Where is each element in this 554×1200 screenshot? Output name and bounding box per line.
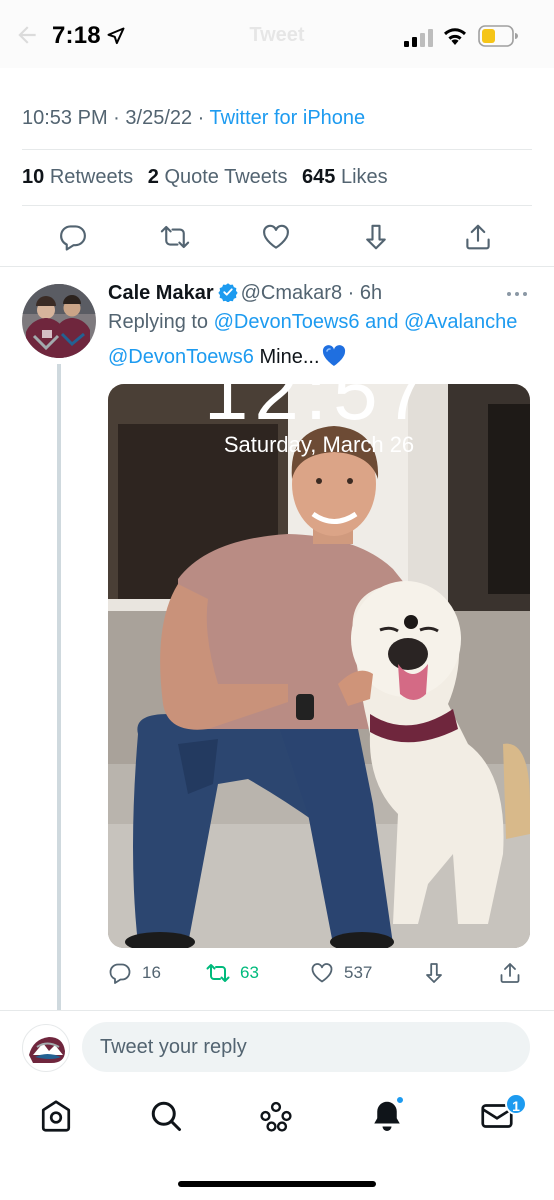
- reply-button[interactable]: 16: [108, 960, 161, 986]
- reply-action-bar: 16 63 537: [0, 960, 554, 988]
- avalanche-logo-icon: [29, 1037, 65, 1063]
- divider: [22, 149, 532, 150]
- reply-input[interactable]: [82, 1022, 530, 1072]
- like-icon[interactable]: [261, 222, 291, 252]
- retweet-button[interactable]: 63: [206, 960, 259, 986]
- tweet-timestamp: 10:53 PM · 3/25/22 · Twitter for iPhone: [22, 107, 365, 130]
- home-icon[interactable]: [38, 1098, 74, 1134]
- lock-screen-time: 12:57: [203, 384, 435, 436]
- reply-count: 16: [142, 963, 161, 982]
- tweet-source-link[interactable]: Twitter for iPhone: [210, 107, 366, 129]
- reply-user-avatar[interactable]: [22, 1024, 70, 1072]
- share-icon[interactable]: [463, 222, 493, 252]
- retweet-icon: [206, 964, 230, 982]
- tweet-age: 6h: [359, 282, 383, 304]
- wifi-icon: [444, 28, 466, 45]
- bookmark-button[interactable]: [422, 960, 446, 986]
- mention-link[interactable]: @DevonToews6: [214, 311, 360, 333]
- bookmark-icon: [426, 963, 442, 983]
- more-options-icon[interactable]: [506, 290, 528, 298]
- tweet-text: @DevonToews6 Mine...: [108, 345, 346, 369]
- tweet-media[interactable]: 12:57 Saturday, March 26: [108, 384, 530, 948]
- share-button[interactable]: [498, 960, 522, 986]
- share-icon: [500, 963, 520, 983]
- separator: ·: [107, 107, 126, 129]
- retweets-stat[interactable]: 10 Retweets: [22, 166, 133, 188]
- cellular-signal-icon: [404, 29, 433, 47]
- tweet-stats: 10 Retweets 2 Quote Tweets 645 Likes: [22, 166, 388, 189]
- home-indicator[interactable]: [178, 1181, 376, 1187]
- messages-badge: 1: [505, 1093, 527, 1115]
- battery-low-icon: [478, 25, 518, 47]
- retweet-count: 63: [240, 963, 259, 982]
- divider: [0, 1010, 554, 1011]
- author-name[interactable]: Cale Makar: [108, 282, 214, 304]
- thread-line: [57, 364, 61, 1010]
- like-count: 537: [344, 963, 373, 982]
- replying-to: Replying to @DevonToews6 and @Avalanche: [108, 311, 517, 334]
- tweet-date: 3/25/22: [125, 107, 193, 129]
- media-photo: [108, 384, 530, 948]
- avatar-photo: [22, 284, 96, 358]
- status-time: 7:18: [52, 22, 101, 49]
- location-arrow-icon: [107, 27, 125, 45]
- author-handle: @Cmakar8: [240, 282, 343, 304]
- tweet-time: 10:53 PM: [22, 107, 108, 129]
- reply-author[interactable]: Cale Makar @Cmakar8 · 6h: [108, 282, 382, 305]
- avatar[interactable]: [22, 284, 96, 358]
- reply-icon: [109, 963, 131, 984]
- tweet-body: Mine...: [253, 346, 320, 368]
- status-bar: Tweet 7:18: [0, 0, 554, 68]
- tweet-action-bar: [0, 220, 554, 254]
- search-icon[interactable]: [148, 1098, 184, 1134]
- spaces-icon[interactable]: [258, 1098, 294, 1134]
- blue-heart-emoji-icon: [322, 345, 345, 366]
- likes-stat[interactable]: 645 Likes: [302, 166, 388, 188]
- quote-tweets-stat[interactable]: 2 Quote Tweets: [148, 166, 288, 188]
- separator: ·: [342, 282, 360, 304]
- bookmark-icon[interactable]: [361, 222, 391, 252]
- notifications-dot: [395, 1095, 405, 1105]
- mention-link[interactable]: @DevonToews6: [108, 346, 254, 368]
- reply-icon[interactable]: [58, 222, 88, 252]
- divider: [0, 266, 554, 267]
- like-button[interactable]: 537: [310, 960, 372, 986]
- replying-to-and: and: [359, 311, 405, 333]
- lock-screen-date: Saturday, March 26: [223, 432, 415, 457]
- divider: [22, 205, 532, 206]
- replying-to-label: Replying to: [108, 311, 214, 333]
- like-icon: [311, 963, 333, 983]
- separator: ·: [192, 107, 210, 129]
- mention-link[interactable]: @Avalanche: [404, 311, 517, 333]
- verified-badge-icon: [217, 283, 238, 302]
- retweet-icon[interactable]: [160, 222, 190, 252]
